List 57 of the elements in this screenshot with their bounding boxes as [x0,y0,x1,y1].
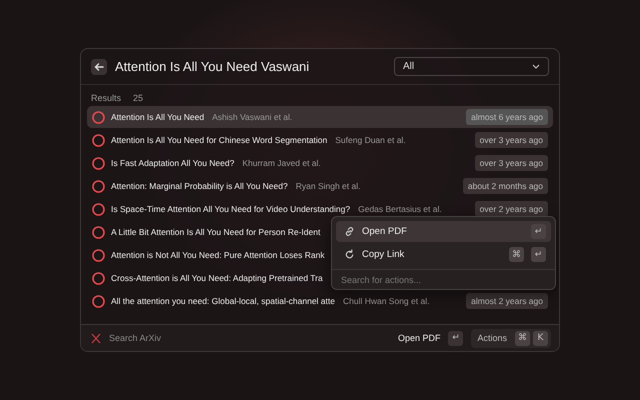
circle-icon [92,180,105,192]
key-hint: K [533,330,548,346]
key-hint: ⌘ [509,247,524,262]
arrow-left-icon [94,62,104,72]
x-logo-icon [91,332,101,344]
circle-icon [92,294,105,308]
date-tag: over 2 years ago [474,201,548,217]
source-label: Search ArXiv [109,333,162,343]
refresh-icon [344,249,355,260]
key-hint: ↵ [531,247,546,262]
actions-button[interactable]: Actions ⌘ K [471,328,551,348]
paper-title: Is Fast Adaptation All You Need? [111,158,234,168]
open-pdf-button[interactable]: Open PDF [398,333,440,343]
paper-authors: Khurram Javed et al. [242,158,321,168]
paper-title: A Little Bit Attention Is All You Need for Person Re-Ident [111,227,320,237]
paper-title: Cross-Attention is All You Need: Adapting Pretrained Tra [111,273,323,283]
key-hint: ↵ [531,224,546,239]
result-row[interactable]: Attention Is All You Need for Chinese Word Segmentation Sufeng Duan et al. over 3 years ago [87,129,553,151]
section-label: Results [91,93,122,103]
paper-title: Attention Is All You Need [111,112,204,122]
link-icon [344,226,355,237]
circle-icon [92,134,105,146]
circle-icon [92,156,105,170]
circle-icon [92,202,105,216]
circle-icon [92,248,105,262]
back-button[interactable] [91,58,107,74]
search-query: Attention Is All You Need Vaswani [115,59,310,74]
paper-title: Attention is Not All You Need: Pure Attention Loses Rank [111,250,325,260]
circle-icon [92,226,105,238]
paper-authors: Ryan Singh et al. [296,181,360,191]
result-row[interactable]: Is Fast Adaptation All You Need? Khurram Javed et al. over 3 years ago [87,152,553,174]
paper-title: Attention: Marginal Probability is All You Need? [111,181,288,191]
result-row[interactable]: All the attention you need: Global-local, spatial-channel atte Chull Hwan Song et al. almost 2 years ago [87,290,553,312]
date-tag: about 2 months ago [462,178,548,194]
paper-authors: Gedas Bertasius et al. [358,204,442,214]
menu-item[interactable]: Open PDF ↵ [336,221,551,242]
date-tag: almost 2 years ago [466,293,548,309]
circle-icon [92,272,105,284]
result-count: 25 [133,93,144,103]
date-tag: over 3 years ago [474,155,548,171]
date-tag: over 3 years ago [474,132,548,148]
circle-icon [92,110,105,124]
paper-authors: Ashish Vaswani et al. [212,112,292,122]
menu-item[interactable]: Copy Link ⌘ ↵ [336,244,551,265]
action-search-field[interactable]: Search for actions... [332,270,555,289]
paper-title: Attention Is All You Need for Chinese Word Segmentation [111,135,328,145]
key-hint: ↵ [448,330,464,346]
paper-title: All the attention you need: Global-local, spatial-channel atte [111,296,335,306]
paper-title: Is Space-Time Attention All You Need for Video Understanding? [111,204,350,214]
paper-authors: Chull Hwan Song et al. [342,296,430,306]
date-tag: almost 6 years ago [466,109,548,125]
result-row[interactable]: Attention: Marginal Probability is All You Need? Ryan Singh et al. about 2 months ago [87,175,553,197]
result-row[interactable]: Attention Is All You Need Ashish Vaswani et al. almost 6 years ago [87,106,553,128]
chevron-down-icon [532,64,540,69]
paper-authors: Sufeng Duan et al. [335,135,406,145]
filter-dropdown[interactable]: All [394,57,549,76]
key-hint: ⌘ [515,330,530,346]
